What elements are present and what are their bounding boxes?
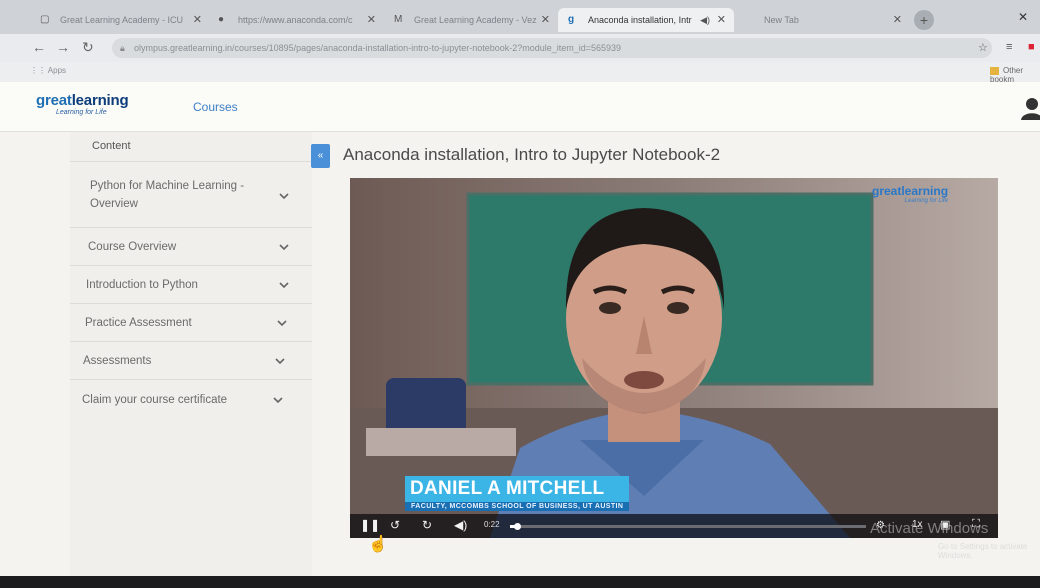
greatlearning-logo[interactable]: greatlearning Learning for Life xyxy=(36,92,129,116)
speaker-lower-third: DANIEL A MITCHELL FACULTY, MCCOMBS SCHOO… xyxy=(405,476,630,511)
tab-favicon-icon: ▢ xyxy=(40,14,50,25)
screen-bezel xyxy=(0,576,1040,588)
sidebar-item-python-ml-overview[interactable]: Python for Machine Learning - Overview xyxy=(70,162,312,228)
page-title: Anaconda installation, Intro to Jupyter … xyxy=(343,145,721,164)
reload-icon[interactable]: ↻ xyxy=(82,39,94,56)
browser-tab-bar: ▢ Great Learning Academy - ICU ✕ ● https… xyxy=(0,0,1040,34)
activate-windows-watermark: Activate Windows xyxy=(870,520,989,537)
tab-title: New Tab xyxy=(764,15,799,25)
progress-bar[interactable] xyxy=(510,523,866,530)
current-time: 0:22 xyxy=(484,520,500,529)
sidebar-item-label: Course Overview xyxy=(88,241,177,253)
video-player[interactable]: greatlearning Learning for Life DANIEL A… xyxy=(350,178,998,538)
chevron-down-icon xyxy=(279,282,289,289)
forward-icon[interactable]: ↻ xyxy=(422,518,432,532)
address-bar[interactable]: 🔒︎ olympus.greatlearning.in/courses/1089… xyxy=(112,38,992,58)
web-page: greatlearning Learning for Life Courses … xyxy=(0,82,1040,588)
sidebar-item-claim-certificate[interactable]: Claim your course certificate xyxy=(70,380,312,420)
back-arrow-icon[interactable]: ← xyxy=(32,39,46,55)
sidebar-item-label: Introduction to Python xyxy=(86,279,198,291)
extension-icon[interactable]: ■ xyxy=(1028,41,1035,53)
chevron-down-icon xyxy=(279,193,289,200)
sidebar-item-label: Claim your course certificate xyxy=(82,394,228,406)
volume-icon[interactable]: ◀) xyxy=(454,518,467,532)
lock-icon: 🔒︎ xyxy=(120,43,125,53)
browser-tab[interactable]: New Tab ✕ xyxy=(734,8,910,32)
tab-title: Great Learning Academy - Vez xyxy=(414,15,537,25)
apps-grid-icon: ⋮⋮ xyxy=(30,66,48,75)
new-tab-button[interactable]: + xyxy=(914,10,934,30)
speaker-name: DANIEL A MITCHELL xyxy=(405,476,630,502)
reading-list-icon[interactable]: ≡ xyxy=(1006,41,1012,53)
browser-toolbar: ← → ↻ 🔒︎ olympus.greatlearning.in/course… xyxy=(0,34,1040,62)
mouse-cursor-icon: ☝ xyxy=(368,536,388,553)
speaker-subtitle: FACULTY, MCCOMBS SCHOOL OF BUSINESS, UT … xyxy=(405,502,630,511)
gl-favicon-icon: g xyxy=(568,14,575,25)
chevron-down-icon xyxy=(277,320,287,327)
chevron-down-icon xyxy=(279,244,289,251)
bookmark-star-icon[interactable]: ☆ xyxy=(978,41,988,54)
forward-arrow-icon[interactable]: → xyxy=(56,39,70,55)
speaker-icon[interactable]: ◀) xyxy=(700,8,710,32)
close-icon[interactable]: ✕ xyxy=(367,8,376,32)
close-icon[interactable]: ✕ xyxy=(893,8,902,32)
tab-favicon-icon: ● xyxy=(218,14,225,25)
pause-icon[interactable]: ❚❚ xyxy=(360,518,380,532)
gmail-icon: M xyxy=(394,14,403,25)
tab-title: https://www.anaconda.com/c xyxy=(238,15,353,25)
site-header: greatlearning Learning for Life Courses xyxy=(0,82,1040,132)
bookmarks-bar: ⋮⋮ Apps Other bookm xyxy=(0,62,1040,84)
apps-shortcut[interactable]: ⋮⋮ Apps xyxy=(30,66,66,75)
user-avatar-icon[interactable] xyxy=(1020,96,1040,120)
video-watermark-logo: greatlearning Learning for Life xyxy=(872,184,949,204)
sidebar-header: Content xyxy=(70,132,312,162)
rewind-icon[interactable]: ↺ xyxy=(390,518,400,532)
browser-tab[interactable]: ● https://www.anaconda.com/c ✕ xyxy=(208,8,384,32)
sidebar-item-assessments[interactable]: Assessments xyxy=(70,342,312,380)
sidebar-item-label: Python for Machine Learning - Overview xyxy=(90,180,245,210)
sidebar-item-practice-assessment[interactable]: Practice Assessment xyxy=(70,304,312,342)
progress-knob[interactable] xyxy=(514,523,522,530)
close-window-icon[interactable]: ✕ xyxy=(1018,10,1028,24)
tab-title: Anaconda installation, Intr xyxy=(588,15,692,25)
browser-tab-active[interactable]: g Anaconda installation, Intr ◀) ✕ xyxy=(558,8,734,32)
close-icon[interactable]: ✕ xyxy=(541,8,550,32)
sidebar-item-course-overview[interactable]: Course Overview xyxy=(70,228,312,266)
close-icon[interactable]: ✕ xyxy=(717,8,726,32)
browser-tab[interactable]: ▢ Great Learning Academy - ICU ✕ xyxy=(30,8,210,32)
close-icon[interactable]: ✕ xyxy=(193,8,202,32)
sidebar-item-intro-python[interactable]: Introduction to Python xyxy=(70,266,312,304)
folder-icon xyxy=(990,66,999,75)
nav-courses-link[interactable]: Courses xyxy=(193,100,238,114)
chevron-down-icon xyxy=(275,358,285,365)
course-content-sidebar: Content Python for Machine Learning - Ov… xyxy=(70,132,312,588)
sidebar-item-label: Assessments xyxy=(83,355,152,367)
activate-windows-sub: Go to Settings to activate Windows. xyxy=(938,542,1028,560)
collapse-sidebar-button[interactable]: « xyxy=(311,144,330,168)
sidebar-item-label: Practice Assessment xyxy=(85,317,192,329)
tab-title: Great Learning Academy - ICU xyxy=(60,15,184,25)
browser-tab[interactable]: M Great Learning Academy - Vez ✕ xyxy=(384,8,558,32)
url-text: olympus.greatlearning.in/courses/10895/p… xyxy=(134,43,622,53)
chevron-down-icon xyxy=(273,397,283,404)
